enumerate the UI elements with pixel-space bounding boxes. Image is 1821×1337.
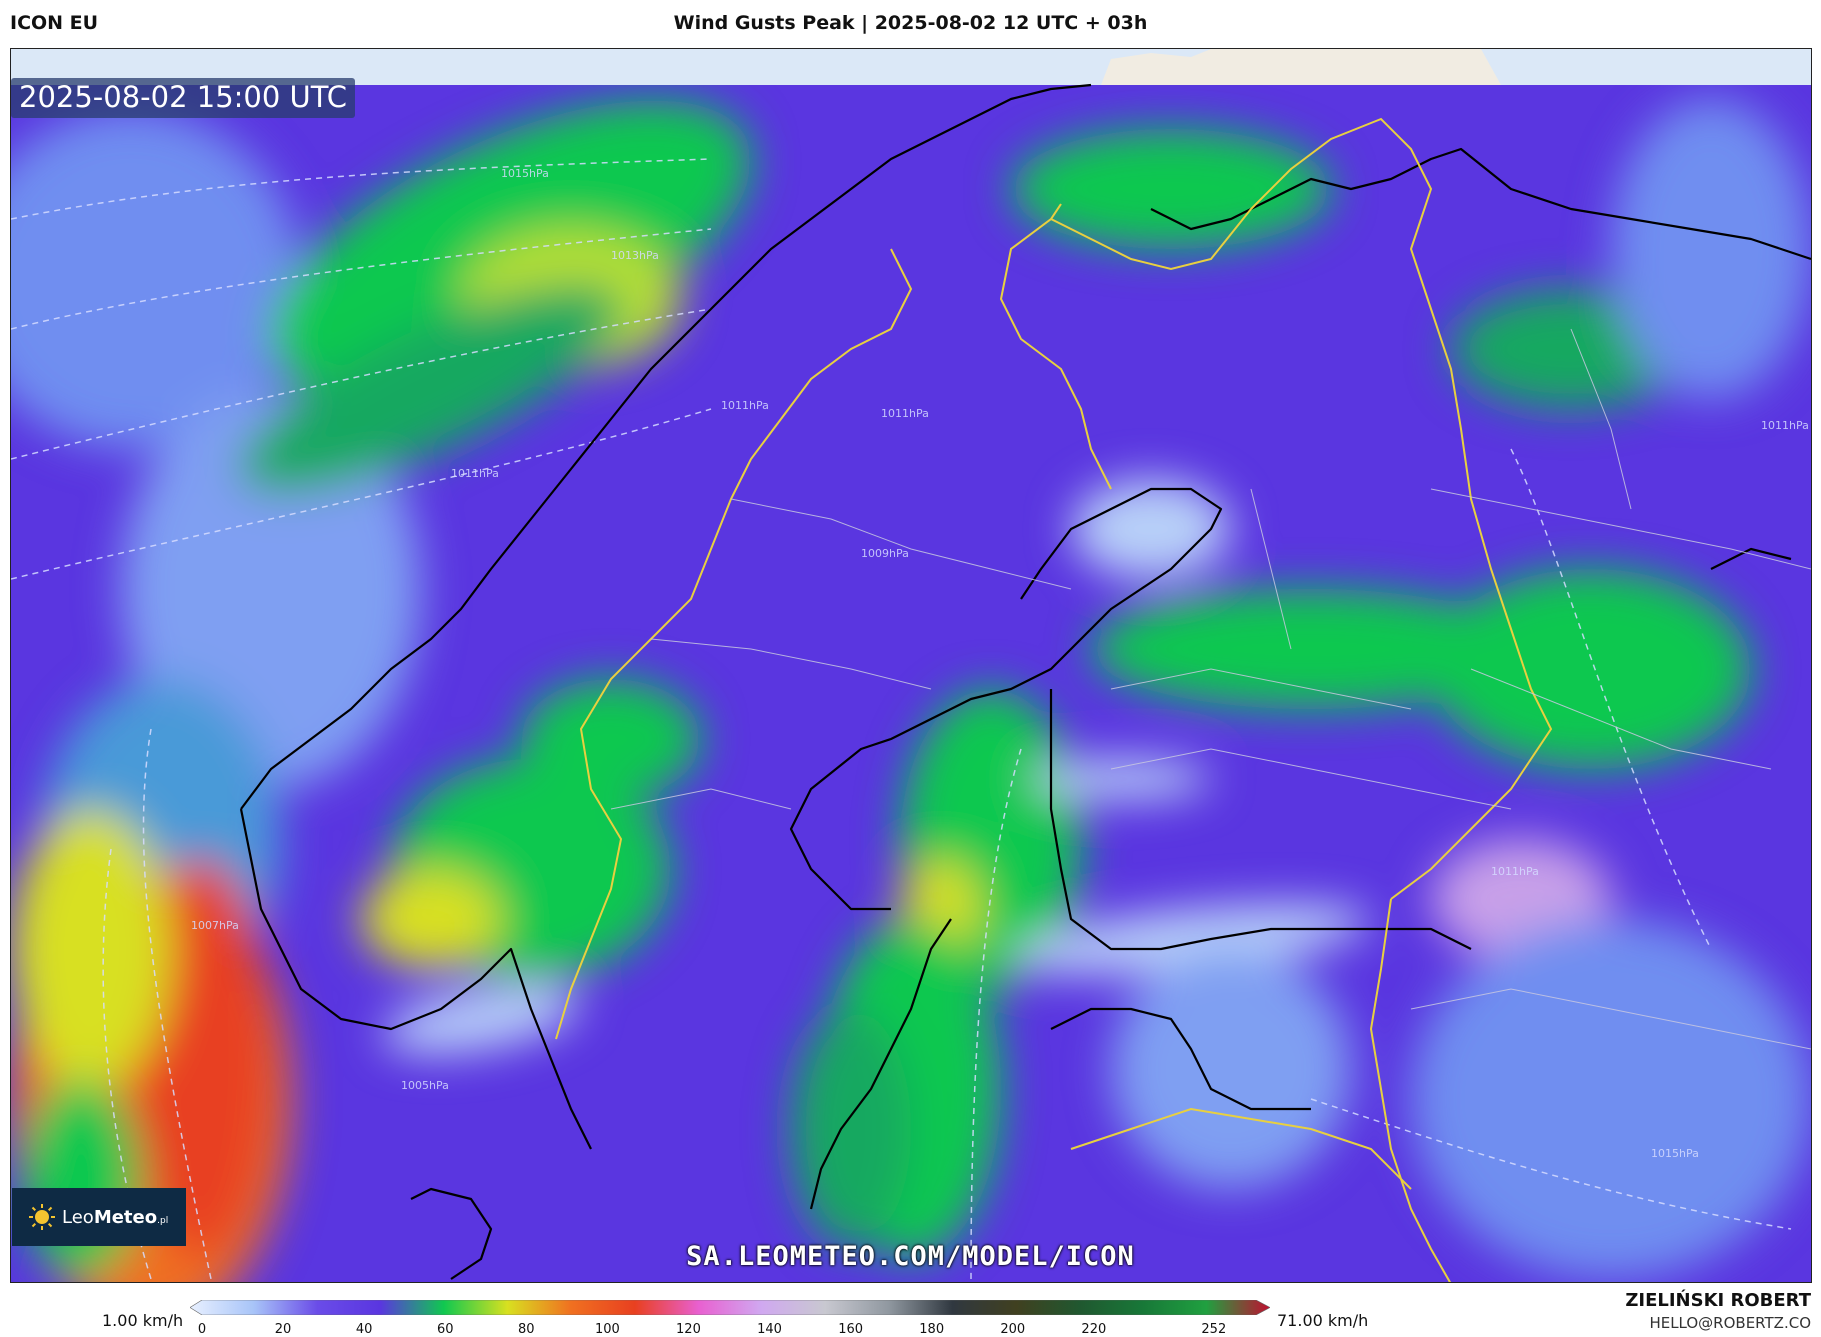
isobar-label: 1011hPa <box>721 399 769 412</box>
source-watermark: SA.LEOMETEO.COM/MODEL/ICON <box>686 1241 1135 1272</box>
isobar-label: 1011hPa <box>1491 865 1539 878</box>
isobar-label: 1005hPa <box>401 1079 449 1092</box>
logo-wordmark: LeoMeteo.pl <box>62 1207 168 1228</box>
northern-land <box>1101 49 1501 85</box>
colorbar-tick-label: 0 <box>197 1322 207 1337</box>
isobar-label: 1011hPa <box>1761 419 1809 432</box>
colorbar <box>190 1300 1270 1315</box>
logo-brand-light: Leo <box>62 1206 94 1228</box>
isobar-label: 1013hPa <box>611 249 659 262</box>
author-email[interactable]: HELLO@ROBERTZ.CO <box>1649 1314 1811 1332</box>
colorbar-tick-label: 180 <box>919 1322 945 1337</box>
isobar-label: 1015hPa <box>501 167 549 180</box>
map-canvas: 1015hPa 1013hPa 1011hPa 1011hPa 1011hPa … <box>11 49 1811 1282</box>
logo-suffix: .pl <box>157 1215 169 1226</box>
legend-max-label: 71.00 km/h <box>1277 1311 1369 1330</box>
colorbar-tick-label: 40 <box>355 1322 373 1337</box>
colorbar-tick-label: 140 <box>757 1322 782 1337</box>
colorbar-tick-label: 220 <box>1081 1322 1107 1337</box>
isobar-label: 1009hPa <box>861 547 909 560</box>
leometeo-logo[interactable]: LeoMeteo.pl <box>12 1188 186 1246</box>
isobar-label: 1015hPa <box>1651 1147 1699 1160</box>
valid-time-label: 2025-08-02 15:00 UTC <box>11 78 356 118</box>
sun-icon <box>28 1203 56 1231</box>
wind-gust-map[interactable]: 1015hPa 1013hPa 1011hPa 1011hPa 1011hPa … <box>10 48 1812 1283</box>
colorbar-tick-label: 200 <box>1000 1322 1026 1337</box>
author-name: ZIELIŃSKI ROBERT <box>1625 1290 1811 1311</box>
colorbar-tick-label: 160 <box>838 1322 864 1337</box>
logo-brand-bold: Meteo <box>93 1206 158 1228</box>
colorbar-tick-label: 60 <box>436 1322 454 1337</box>
isobar-label: 1007hPa <box>191 919 239 932</box>
legend-min-label: 1.00 km/h <box>102 1311 184 1330</box>
colorbar-tick-label: 20 <box>274 1322 292 1337</box>
isobar-label: 1011hPa <box>451 467 499 480</box>
colorbar-tick-label: 80 <box>518 1322 535 1337</box>
colorbar-tick-label: 120 <box>676 1322 701 1337</box>
colorbar-tick-label: 252 <box>1201 1322 1227 1337</box>
colorbar-tick-label: 100 <box>594 1322 620 1337</box>
isobar-label: 1011hPa <box>881 407 929 420</box>
chart-title: Wind Gusts Peak | 2025-08-02 12 UTC + 03… <box>673 12 1148 34</box>
